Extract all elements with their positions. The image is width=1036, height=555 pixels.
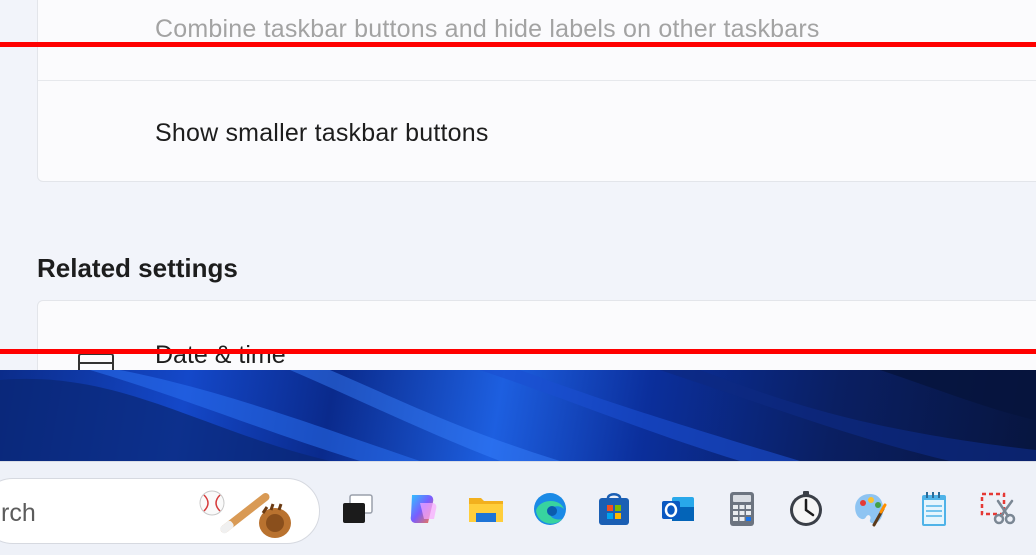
settings-window: Combine taskbar buttons and hide labels … [0, 0, 1036, 370]
clock-icon[interactable] [786, 489, 826, 529]
notepad-icon[interactable] [914, 489, 954, 529]
paint-icon[interactable] [850, 489, 890, 529]
task-view-icon[interactable] [338, 489, 378, 529]
desktop-wallpaper [0, 370, 1036, 461]
annotation-line-bottom [0, 349, 1036, 354]
taskbar: rch [0, 461, 1036, 555]
related-settings-card[interactable]: Date & time [37, 300, 1036, 370]
copilot-icon[interactable] [402, 489, 442, 529]
combine-other-taskbars-setting[interactable]: Combine taskbar buttons and hide labels … [155, 15, 820, 44]
outlook-icon[interactable] [658, 489, 698, 529]
divider [38, 80, 1036, 81]
microsoft-store-icon[interactable] [594, 489, 634, 529]
edge-icon[interactable] [530, 489, 570, 529]
smaller-taskbar-buttons-setting[interactable]: Show smaller taskbar buttons [155, 119, 489, 148]
file-explorer-icon[interactable] [466, 489, 506, 529]
calendar-clock-icon [78, 353, 114, 370]
search-placeholder: rch [1, 499, 36, 527]
date-time-link[interactable]: Date & time [155, 341, 286, 370]
snipping-tool-icon[interactable] [978, 489, 1018, 529]
taskbar-search-box[interactable]: rch [0, 478, 320, 544]
annotation-line-top [0, 42, 1036, 47]
baseball-illustration-icon [199, 490, 291, 538]
taskbar-behaviors-card: Combine taskbar buttons and hide labels … [37, 0, 1036, 182]
calculator-icon[interactable] [722, 489, 762, 529]
related-settings-heading: Related settings [37, 253, 238, 283]
